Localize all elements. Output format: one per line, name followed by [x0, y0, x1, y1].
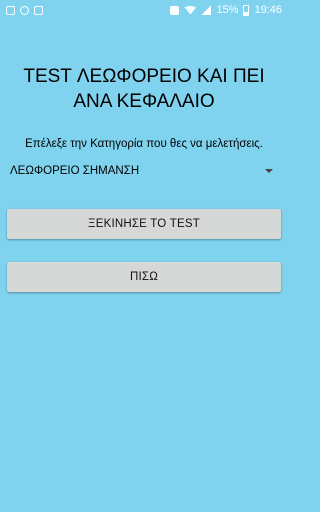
nfc-icon — [170, 5, 180, 15]
clock: 19:46 — [254, 4, 282, 16]
category-prompt: Επέλεξε την Κατηγορία που θες να μελετήσ… — [25, 138, 263, 150]
dropdown-arrow-icon — [265, 169, 273, 173]
battery-percent: 15% — [216, 4, 239, 16]
status-right: 15% 19:46 — [170, 4, 282, 16]
sync-icon — [20, 5, 29, 15]
category-dropdown[interactable]: ΛΕΩΦΟΡΕΙΟ ΣΗΜΑΝΣΗ — [7, 158, 281, 184]
signal-icon — [201, 5, 212, 15]
wifi-icon — [184, 5, 197, 15]
status-bar: 15% 19:46 — [0, 0, 288, 20]
back-button[interactable]: ΠΙΣΩ — [7, 262, 281, 292]
battery-icon — [243, 4, 250, 16]
category-selected-value: ΛΕΩΦΟΡΕΙΟ ΣΗΜΑΝΣΗ — [10, 165, 140, 177]
page-title: TEST ΛΕΩΦΟΡΕΙΟ ΚΑΙ ΠΕΙ ΑΝΑ ΚΕΦΑΛΑΙΟ — [23, 66, 265, 112]
start-test-button[interactable]: ΞΕΚΙΝΗΣΕ ΤΟ TEST — [7, 209, 281, 239]
status-left — [6, 5, 43, 15]
gallery-icon — [6, 5, 15, 15]
sim-icon — [34, 5, 43, 15]
